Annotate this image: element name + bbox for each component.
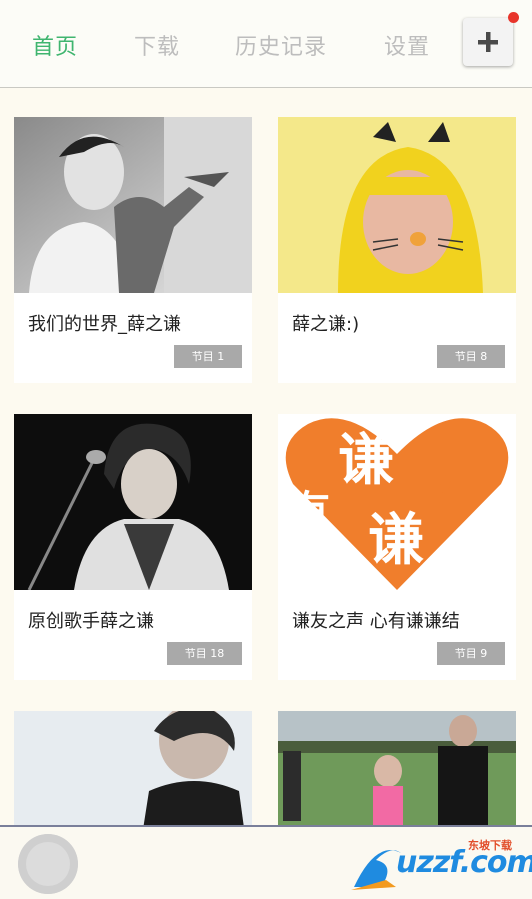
tab-home[interactable]: 首页	[32, 29, 78, 61]
tab-history[interactable]: 历史记录	[235, 29, 327, 61]
heart-art-text: 结	[438, 472, 474, 513]
episode-badge: 节目 9	[437, 642, 505, 665]
card-thumbnail	[14, 711, 252, 825]
program-card[interactable]	[14, 711, 252, 825]
heart-art-text: 有	[290, 488, 330, 534]
episode-badge: 节目 8	[437, 345, 505, 368]
heart-art-text: 谦	[338, 428, 394, 493]
add-button[interactable]	[463, 18, 513, 66]
top-tab-bar: 首页 下载 历史记录 设置	[0, 0, 532, 88]
notification-dot	[508, 12, 519, 23]
card-title: 我们的世界_薛之谦	[28, 314, 181, 335]
program-grid: 我们的世界_薛之谦 节目 1 薛之谦:) 节目 8 原创歌手薛之谦 节目 18 …	[0, 88, 532, 825]
program-card[interactable]: 谦 有 结 谦 谦友之声 心有谦谦结 节目 9	[278, 414, 516, 680]
tab-settings[interactable]: 设置	[384, 29, 430, 61]
card-thumbnail	[14, 414, 252, 590]
player-bar: 东坡下载 uzzf.com	[0, 825, 532, 899]
card-thumbnail	[14, 117, 252, 293]
card-thumbnail: 谦 有 结 谦	[278, 414, 516, 590]
now-playing-avatar[interactable]	[18, 834, 78, 894]
tab-download[interactable]: 下载	[134, 29, 180, 61]
watermark-main: uzzf.com	[396, 845, 532, 880]
program-card[interactable]: 我们的世界_薛之谦 节目 1	[14, 117, 252, 383]
card-title: 谦友之声 心有谦谦结	[292, 611, 460, 632]
card-thumbnail	[278, 117, 516, 293]
watermark-logo: 东坡下载 uzzf.com	[346, 835, 532, 895]
plus-icon	[478, 32, 498, 52]
card-title: 原创歌手薛之谦	[28, 611, 154, 632]
episode-badge: 节目 18	[167, 642, 242, 665]
program-card[interactable]: 薛之谦:) 节目 8	[278, 117, 516, 383]
card-title: 薛之谦:)	[292, 314, 360, 335]
program-card[interactable]: 原创歌手薛之谦 节目 18	[14, 414, 252, 680]
card-thumbnail	[278, 711, 516, 825]
episode-badge: 节目 1	[174, 345, 242, 368]
program-card[interactable]	[278, 711, 516, 825]
heart-art-text: 谦	[368, 508, 424, 573]
